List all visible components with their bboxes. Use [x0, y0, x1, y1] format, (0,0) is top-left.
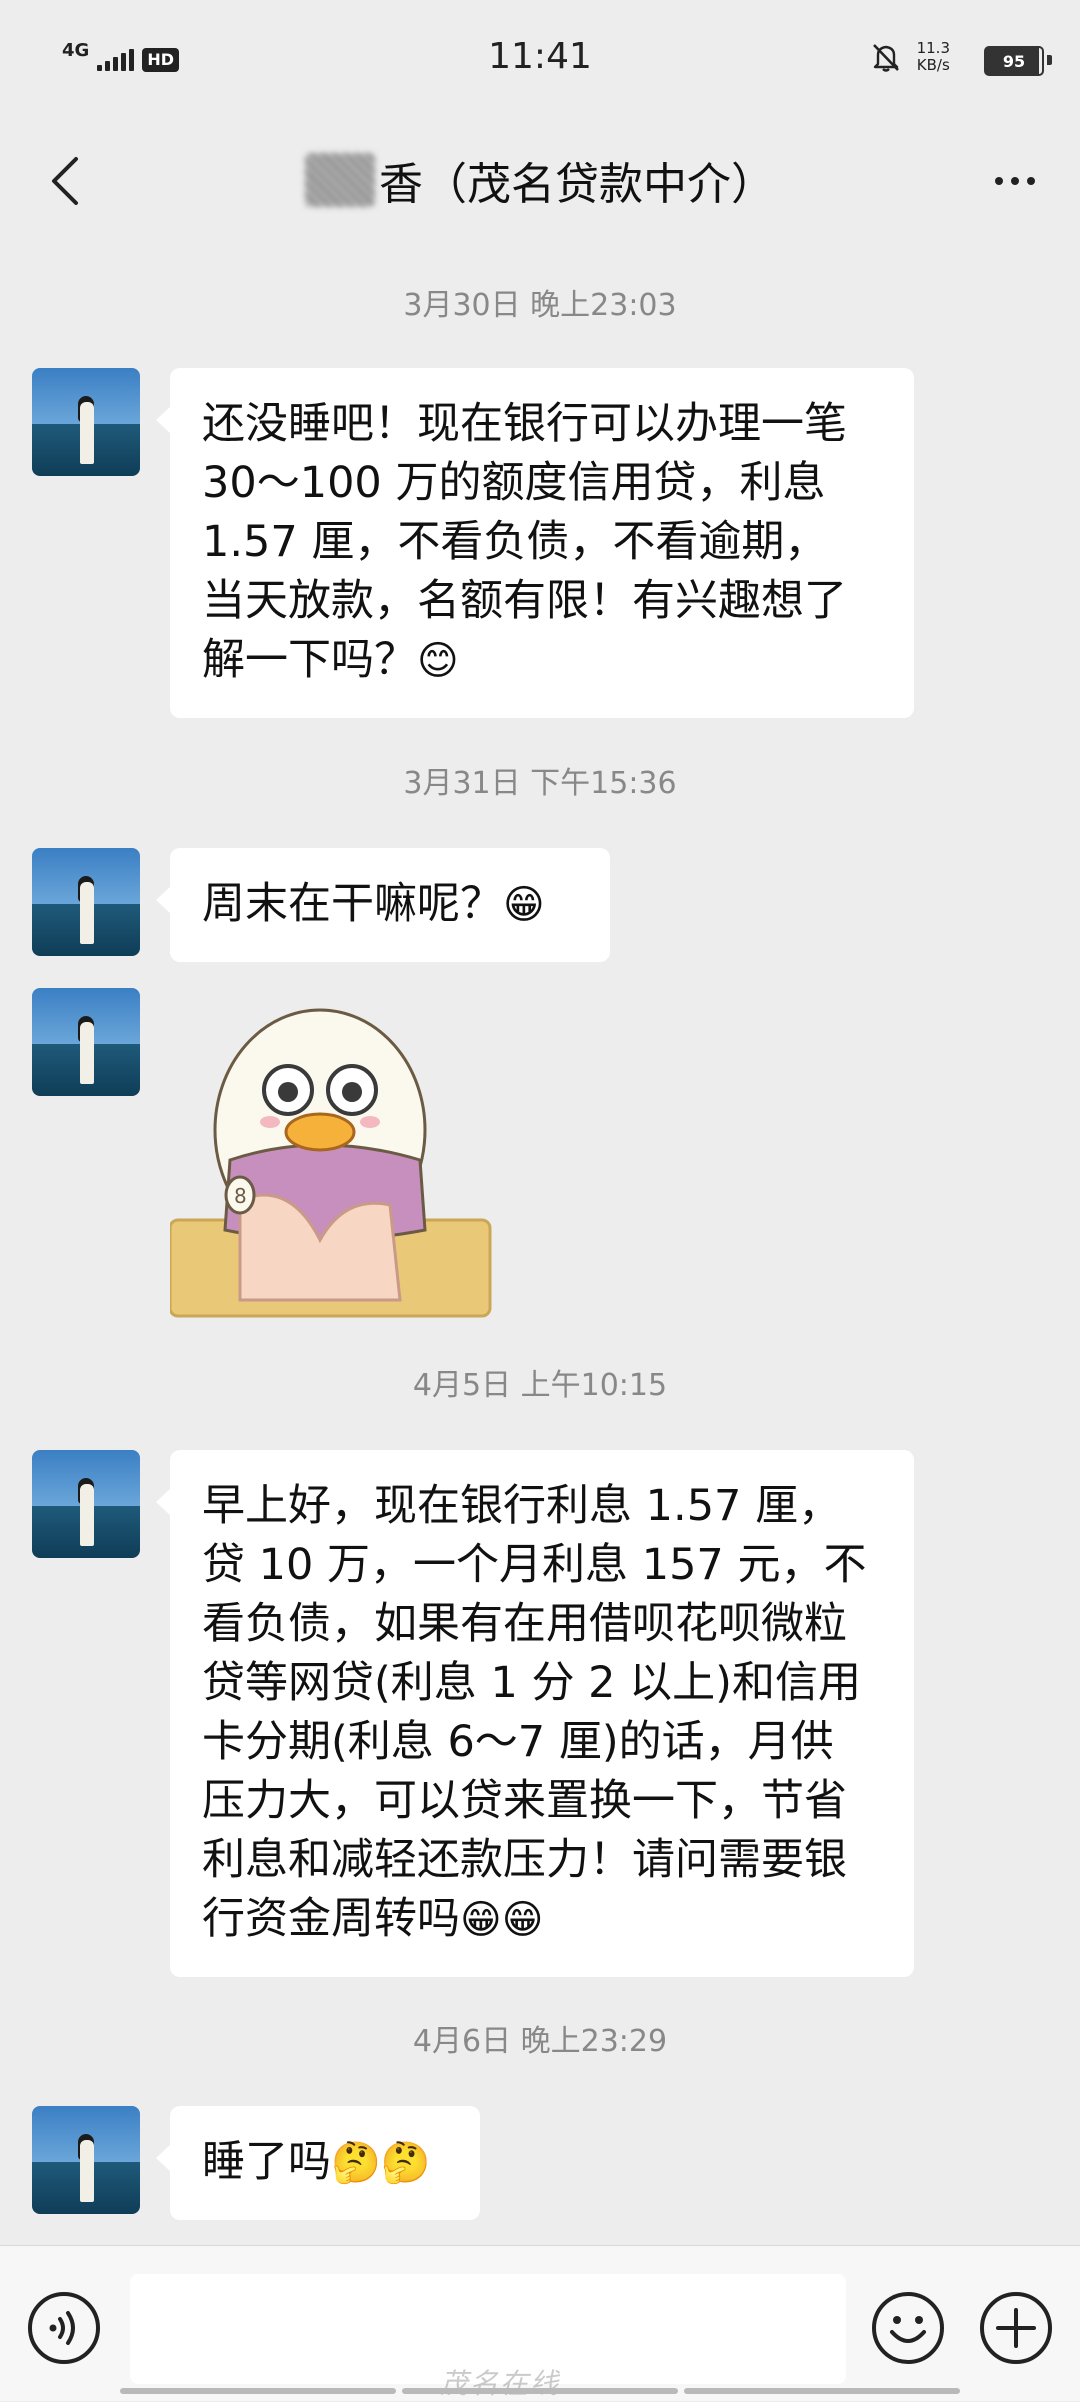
message-line: 早上好，现在银行利息 1.57 厘， — [202, 1481, 842, 1531]
chat-header: 香（茂名贷款中介） — [0, 120, 1080, 240]
watermark: 茂名在线 — [440, 2367, 561, 2400]
message-bubble[interactable]: 早上好，现在银行利息 1.57 厘， 贷 10 万，一个月利息 157 元，不 … — [156, 1450, 914, 1977]
status-bar: 4G HD 11:41 11.3 KB/s 95 — [0, 0, 1080, 120]
avatar[interactable] — [32, 1450, 140, 1558]
duck-sticker[interactable]: 8 — [170, 1000, 495, 1320]
message-line: 卡分期(利息 6～7 厘)的话，月供 — [202, 1717, 834, 1767]
message-line: 贷 10 万，一个月利息 157 元，不 — [202, 1540, 867, 1590]
thinking-emoji-icon: 🤔🤔 — [331, 2140, 431, 2186]
more-button[interactable] — [980, 146, 1050, 216]
timestamp: 3月31日 下午15:36 — [403, 766, 677, 801]
emoji-icon[interactable] — [870, 2290, 946, 2366]
status-right: 11.3 KB/s 95 — [869, 40, 1052, 76]
message-line: 睡了吗 — [202, 2137, 331, 2187]
net-speed: 11.3 KB/s — [917, 40, 950, 74]
message-line: 解一下吗？ — [202, 635, 417, 685]
avatar[interactable] — [32, 368, 140, 476]
message-line: 压力大，可以贷来置换一下，节省 — [202, 1776, 847, 1826]
message-bubble[interactable]: 周末在干嘛呢？😁 — [156, 848, 610, 962]
message-bubble[interactable]: 睡了吗🤔🤔 — [156, 2106, 480, 2220]
home-indicator[interactable] — [120, 2388, 960, 2394]
battery-tip — [1047, 55, 1052, 65]
net-speed-unit: KB/s — [916, 56, 950, 74]
message-line: 周末在干嘛呢？ — [202, 879, 503, 929]
message-line: 贷等网贷(利息 1 分 2 以上)和信用 — [202, 1658, 861, 1708]
message-line: 行资金周转吗 — [202, 1894, 460, 1944]
voice-icon[interactable] — [26, 2290, 102, 2366]
avatar[interactable] — [32, 2106, 140, 2214]
message-bubble[interactable]: 还没睡吧！现在银行可以办理一笔 30～100 万的额度信用贷，利息 1.57 厘… — [156, 368, 914, 718]
redacted-name — [305, 153, 375, 207]
avatar[interactable] — [32, 988, 140, 1096]
chat-title: 香（茂名贷款中介） — [379, 159, 775, 210]
message-line: 30～100 万的额度信用贷，利息 — [202, 458, 826, 508]
battery-icon: 95 — [984, 46, 1044, 76]
smile-emoji-icon: 😊 — [417, 638, 459, 684]
more-dot — [995, 177, 1003, 185]
message-line: 1.57 厘，不看负债，不看逾期， — [202, 517, 828, 567]
grin-emoji-icon: 😁 — [503, 882, 545, 928]
avatar[interactable] — [32, 848, 140, 956]
more-dot — [1027, 177, 1035, 185]
message-line: 利息和减轻还款压力！请问需要银 — [202, 1835, 847, 1885]
message-line: 当天放款，名额有限！有兴趣想了 — [202, 576, 847, 626]
message-line: 还没睡吧！现在银行可以办理一笔 — [202, 399, 847, 449]
sticker-badge: 8 — [234, 1184, 247, 1208]
bell-off-icon — [872, 44, 899, 72]
chat-area[interactable]: 3月30日 晚上23:03 还没睡吧！现在银行可以办理一笔 30～100 万的额… — [0, 240, 1080, 2245]
timestamp: 3月30日 晚上23:03 — [403, 288, 677, 323]
battery-level: 95 — [1002, 51, 1026, 71]
grin-emoji-icon: 😁😁 — [460, 1897, 544, 1943]
plus-icon[interactable] — [978, 2290, 1054, 2366]
timestamp: 4月5日 上午10:15 — [412, 1368, 668, 1403]
more-dot — [1011, 177, 1019, 185]
net-speed-value: 11.3 — [916, 39, 950, 57]
timestamp: 4月6日 晚上23:29 — [412, 2024, 668, 2059]
message-line: 看负债，如果有在用借呗花呗微粒 — [202, 1599, 847, 1649]
title-wrap: 香（茂名贷款中介） — [0, 148, 1080, 212]
